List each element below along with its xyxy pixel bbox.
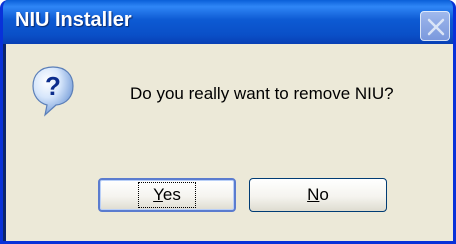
no-button[interactable]: No — [249, 178, 387, 212]
yes-accelerator: Y — [153, 185, 163, 204]
no-accelerator: N — [307, 185, 320, 204]
no-label-rest: o — [319, 185, 329, 204]
no-button-label: No — [307, 185, 329, 205]
message-text: Do you really want to remove NIU? — [130, 84, 394, 103]
close-button[interactable] — [420, 11, 450, 41]
yes-label-rest: es — [162, 185, 181, 204]
question-icon: ? — [32, 66, 74, 117]
svg-text:?: ? — [45, 71, 61, 101]
window-title: NIU Installer — [15, 9, 132, 31]
yes-button[interactable]: Yes — [98, 178, 236, 212]
close-icon — [427, 18, 445, 36]
title-bar[interactable]: NIU Installer — [3, 0, 453, 44]
dialog-body: ? Do you really want to remove NIU? Yes … — [6, 44, 453, 241]
dialog-window: NIU Installer ? Do you really want to re… — [0, 0, 456, 244]
yes-button-label: Yes — [138, 182, 196, 208]
